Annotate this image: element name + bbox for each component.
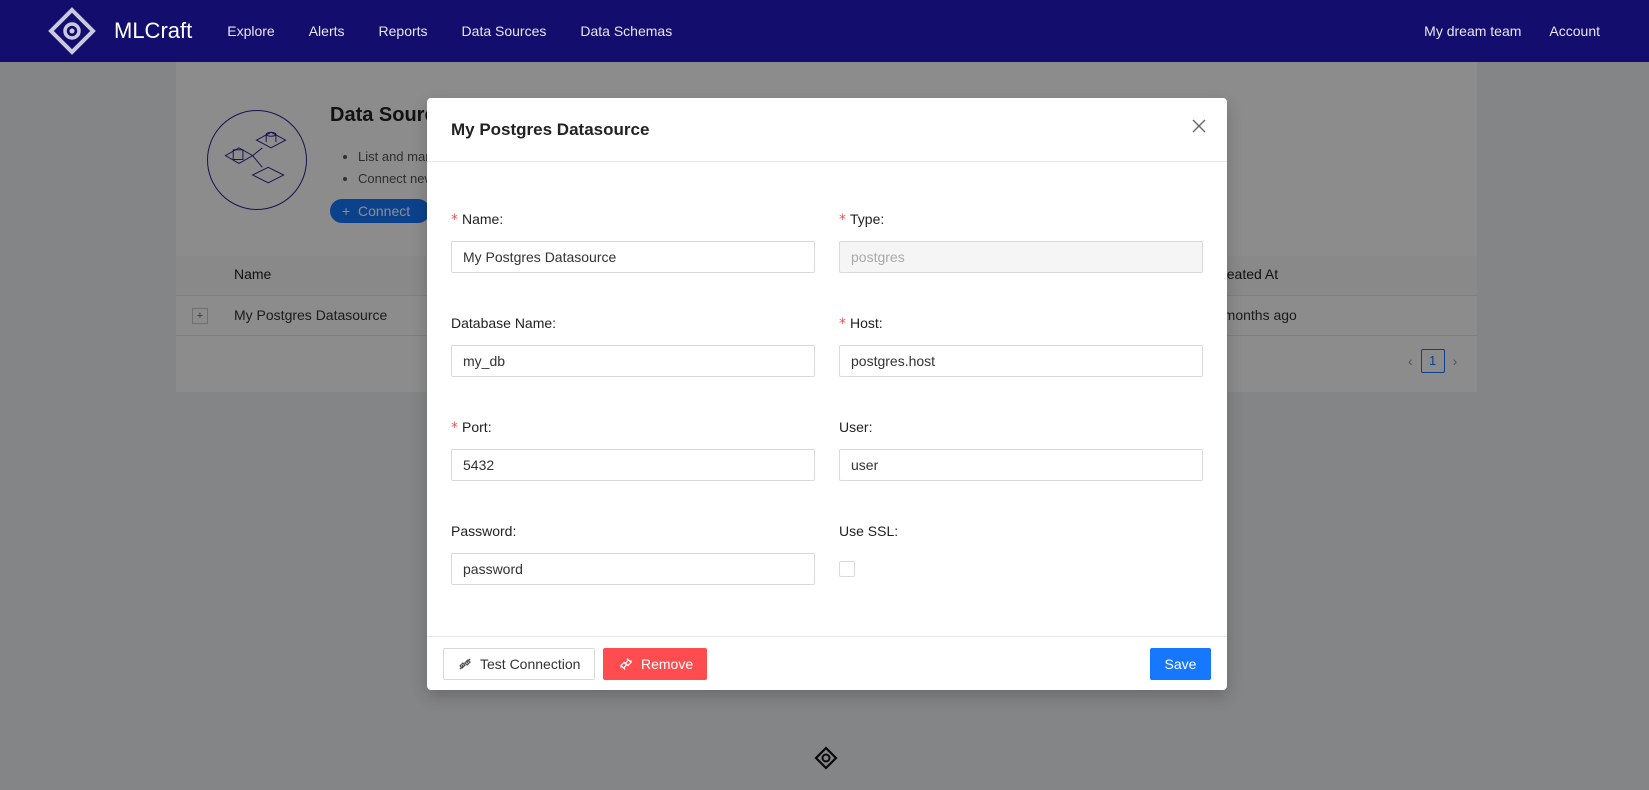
user-label: User: (839, 419, 873, 435)
test-connection-button[interactable]: Test Connection (443, 648, 595, 680)
test-connection-label: Test Connection (480, 656, 581, 672)
main-nav: Explore Alerts Reports Data Sources Data… (210, 23, 689, 39)
port-input[interactable] (451, 449, 815, 481)
modal-header: My Postgres Datasource (427, 98, 1227, 162)
password-label: Password: (451, 523, 517, 539)
password-input[interactable] (451, 553, 815, 585)
nav-explore[interactable]: Explore (210, 23, 291, 39)
type-label: * Type: (839, 211, 885, 228)
nav-alerts[interactable]: Alerts (292, 23, 362, 39)
name-label: * Name: (451, 211, 504, 228)
required-mark: * (839, 316, 846, 332)
modal-title: My Postgres Datasource (451, 120, 650, 139)
database-name-input[interactable] (451, 345, 815, 377)
disconnect-icon (620, 658, 632, 670)
nav-reports[interactable]: Reports (362, 23, 445, 39)
modal-footer: Test Connection Remove Save (427, 636, 1227, 690)
mlcraft-logo-icon (48, 7, 96, 55)
user-input[interactable] (839, 449, 1203, 481)
remove-label: Remove (641, 656, 694, 672)
host-input[interactable] (839, 345, 1203, 377)
save-button[interactable]: Save (1150, 648, 1211, 680)
required-mark: * (451, 212, 458, 228)
name-input[interactable] (451, 241, 815, 273)
nav-data-schemas[interactable]: Data Schemas (563, 23, 689, 39)
top-navbar: MLCraft Explore Alerts Reports Data Sour… (0, 0, 1649, 62)
use-ssl-label: Use SSL: (839, 523, 899, 539)
nav-team[interactable]: My dream team (1410, 23, 1535, 39)
close-icon[interactable] (1189, 116, 1209, 136)
type-input (839, 241, 1203, 273)
brand[interactable]: MLCraft (48, 7, 192, 55)
user-nav: My dream team Account (1410, 23, 1614, 39)
brand-name: MLCraft (114, 18, 193, 43)
required-mark: * (839, 212, 846, 228)
remove-button[interactable]: Remove (603, 648, 707, 680)
host-label: * Host: (839, 315, 883, 332)
link-icon (459, 658, 471, 670)
port-label: * Port: (451, 419, 492, 436)
nav-account[interactable]: Account (1535, 23, 1614, 39)
database-name-label: Database Name: (451, 315, 557, 331)
nav-data-sources[interactable]: Data Sources (445, 23, 564, 39)
required-mark: * (451, 420, 458, 436)
use-ssl-checkbox[interactable] (839, 561, 855, 577)
datasource-modal: My Postgres Datasource *Name: *Type: Dat… (427, 98, 1227, 690)
